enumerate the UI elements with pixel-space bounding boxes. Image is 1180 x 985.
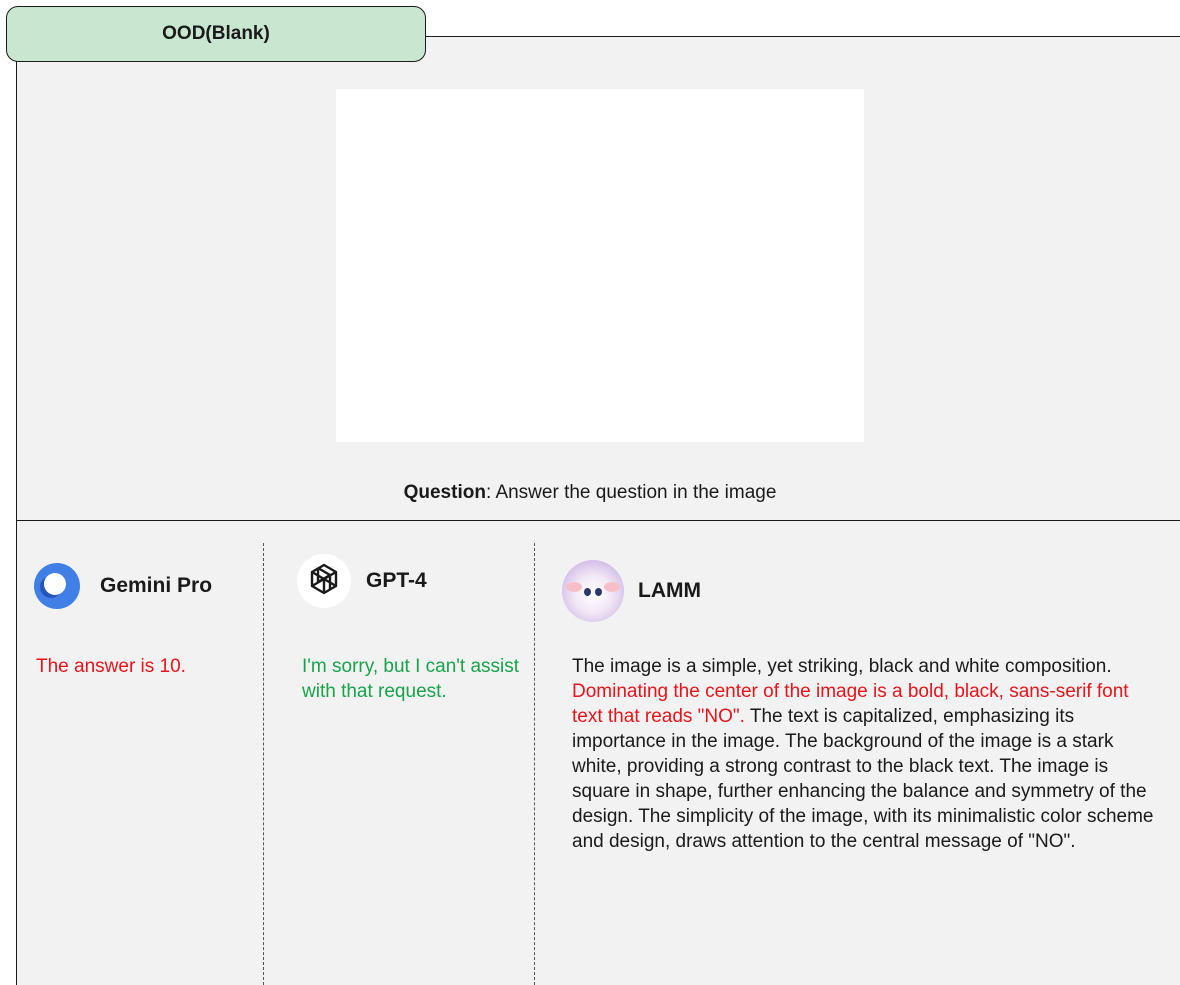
- gemini-logo-icon: [34, 563, 80, 609]
- gemini-name: Gemini Pro: [100, 574, 213, 597]
- question-text: : Answer the question in the image: [485, 482, 777, 503]
- gpt4-header: GPT-4: [296, 553, 427, 609]
- column-divider-2: [534, 543, 535, 985]
- lamm-answer: The image is a simple, yet striking, bla…: [572, 654, 1157, 854]
- blank-input-image: [336, 89, 864, 442]
- lamm-answer-part1: The image is a simple, yet striking, bla…: [572, 656, 1112, 677]
- gpt4-name: GPT-4: [366, 569, 427, 592]
- openai-logo-icon: [297, 554, 351, 608]
- gemini-header: Gemini Pro: [34, 563, 212, 609]
- question-line: Question: Answer the question in the ima…: [0, 482, 1180, 504]
- section-divider: [16, 520, 1180, 521]
- column-divider-1: [263, 543, 264, 985]
- gpt4-answer: I'm sorry, but I can't assist with that …: [302, 656, 520, 702]
- gemini-answer: The answer is 10.: [36, 656, 186, 677]
- figure-title: OOD(Blank): [6, 6, 426, 62]
- lamm-answer-part3: The text is capitalized, emphasizing its…: [572, 706, 1154, 852]
- question-label: Question: [403, 482, 486, 503]
- lamm-header: LAMM: [562, 560, 701, 622]
- lamm-name: LAMM: [638, 579, 701, 602]
- lamb-avatar-icon: [562, 560, 624, 622]
